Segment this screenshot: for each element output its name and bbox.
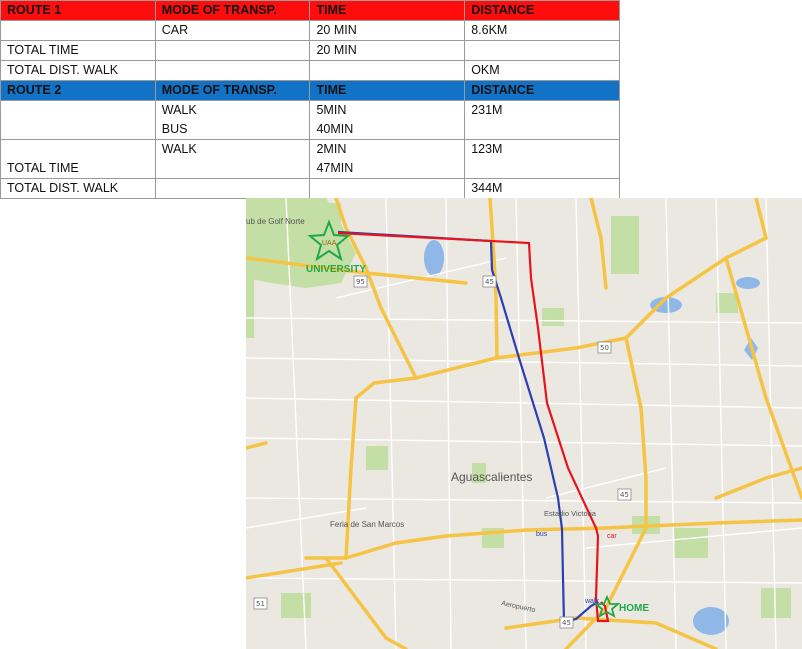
route1-mode-header: MODE OF TRANSP. xyxy=(154,0,311,21)
route-map[interactable]: 95 45 50 45 51 45 UAA UNIVERSITY HOME Ag… xyxy=(246,198,802,649)
route2-total-walk-row: TOTAL DIST. WALK 344M xyxy=(0,178,620,199)
svg-text:45: 45 xyxy=(562,619,571,627)
route2-row3-distance: 123M xyxy=(471,142,503,156)
route1-total-walk: OKM xyxy=(464,60,620,81)
university-marker-text: UAA xyxy=(322,240,337,247)
route2-walk-bus-row: WALK BUS 5MIN 40MIN 231M xyxy=(0,100,620,140)
route2-title: ROUTE 2 xyxy=(0,80,156,101)
route1-total-walk-label: TOTAL DIST. WALK xyxy=(0,60,156,81)
route2-distance-header: DISTANCE xyxy=(464,80,620,101)
route2-row1-mode: WALK xyxy=(161,103,197,117)
route2-row1-time: 5MIN xyxy=(316,103,347,117)
route1-distance-header: DISTANCE xyxy=(464,0,620,21)
route1-total-time-label: TOTAL TIME xyxy=(0,40,156,61)
route2-header-row: ROUTE 2 MODE OF TRANSP. TIME DISTANCE xyxy=(0,80,620,101)
route1-time-header: TIME xyxy=(309,0,466,21)
route1-car-row: CAR 20 MIN 8.6KM xyxy=(0,20,620,41)
routes-table: ROUTE 1 MODE OF TRANSP. TIME DISTANCE CA… xyxy=(0,0,620,199)
route2-total-walk: 344M xyxy=(464,178,620,199)
route1-car-distance: 8.6KM xyxy=(464,20,620,41)
svg-text:50: 50 xyxy=(600,344,609,352)
route1-title: ROUTE 1 xyxy=(0,0,156,21)
svg-text:45: 45 xyxy=(620,491,629,499)
route1-car-mode: CAR xyxy=(154,20,311,41)
route2-row3-mode: WALK xyxy=(161,142,197,156)
route1-car-time: 20 MIN xyxy=(309,20,466,41)
route1-total-walk-row: TOTAL DIST. WALK OKM xyxy=(0,60,620,81)
svg-text:51: 51 xyxy=(256,600,265,608)
route2-row2-time: 40MIN xyxy=(316,122,354,136)
route1-total-time-row: TOTAL TIME 20 MIN xyxy=(0,40,620,61)
home-label: HOME xyxy=(619,603,649,614)
route2-row3-time: 2MIN xyxy=(316,142,347,156)
university-label: UNIVERSITY xyxy=(306,264,366,275)
city-label: Aguascalientes xyxy=(451,470,532,484)
route2-total-walk-label: TOTAL DIST. WALK xyxy=(0,178,156,199)
route2-row2-mode: BUS xyxy=(161,122,188,136)
route1-header-row: ROUTE 1 MODE OF TRANSP. TIME DISTANCE xyxy=(0,0,620,21)
estadio-label: Estadio Victoria xyxy=(544,509,597,518)
route2-walk-total-row: TOTAL TIME WALK 2MIN 47MIN 123M xyxy=(0,139,620,179)
route1-total-time: 20 MIN xyxy=(309,40,466,61)
svg-text:45: 45 xyxy=(485,278,494,286)
walk-label: walk xyxy=(584,598,600,605)
club-label: ub de Golf Norte xyxy=(246,217,305,226)
route2-time-header: TIME xyxy=(309,80,466,101)
svg-text:95: 95 xyxy=(356,278,365,286)
bus-label: bus xyxy=(536,531,548,538)
route2-total-time-label: TOTAL TIME xyxy=(7,161,79,175)
route2-total-time: 47MIN xyxy=(316,161,354,175)
route2-mode-header: MODE OF TRANSP. xyxy=(154,80,311,101)
route2-row1-distance: 231M xyxy=(471,103,503,117)
car-label: car xyxy=(607,533,617,540)
feria-label: Feria de San Marcos xyxy=(330,520,404,529)
